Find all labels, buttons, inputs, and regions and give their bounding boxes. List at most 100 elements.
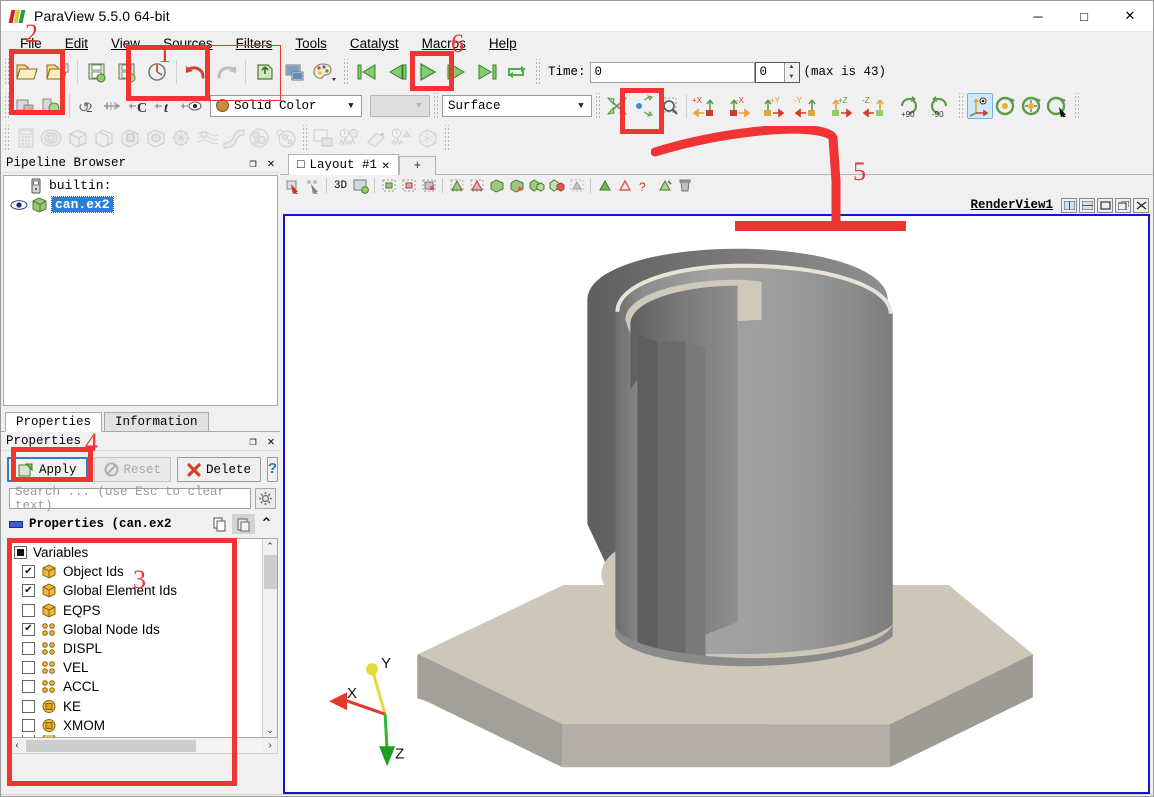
properties-scroll-up-icon[interactable]: ⌃ <box>255 514 278 534</box>
select-blocks-alt-icon[interactable] <box>547 176 566 195</box>
maximize-button[interactable]: □ <box>1061 1 1107 31</box>
zoom-to-box-icon[interactable] <box>656 93 682 119</box>
split-horizontal-icon[interactable] <box>1061 197 1077 213</box>
pipeline-node-canex2[interactable]: can.ex2 <box>4 195 277 214</box>
recent-files-icon[interactable] <box>43 58 73 86</box>
menu-edit[interactable]: Edit <box>54 34 100 53</box>
menu-file[interactable]: File <box>9 34 54 53</box>
rotate-minus-90-icon[interactable]: -90 <box>925 92 955 120</box>
previous-frame-icon[interactable] <box>382 58 412 86</box>
group-datasets-icon[interactable] <box>247 125 273 151</box>
spreadsheet-view-icon[interactable] <box>311 125 337 151</box>
select-cells-through-icon[interactable] <box>379 176 398 195</box>
minimize-button[interactable]: ─ <box>1015 1 1061 31</box>
menu-help[interactable]: Help <box>478 34 529 53</box>
menu-sources[interactable]: Sources <box>152 34 225 53</box>
select-custom-icon[interactable] <box>655 176 674 195</box>
clip-icon[interactable] <box>65 125 91 151</box>
copy-icon[interactable] <box>209 514 232 534</box>
select-blocks-icon[interactable] <box>527 176 546 195</box>
reset-button[interactable]: Reset <box>93 457 172 482</box>
warp-icon[interactable] <box>221 125 247 151</box>
hscroll-thumb[interactable] <box>26 739 196 752</box>
center-axes-grip[interactable] <box>957 92 964 119</box>
time-toolbar-grip[interactable] <box>534 59 541 85</box>
next-frame-icon[interactable] <box>442 58 472 86</box>
zoom-to-data-icon[interactable] <box>630 93 656 119</box>
contour-icon[interactable] <box>39 125 65 151</box>
edit-color-map-icon[interactable] <box>13 93 39 119</box>
trash-icon[interactable] <box>675 176 694 195</box>
set-view-plus-x[interactable]: +X <box>691 92 725 120</box>
variable-checkbox-accl[interactable] <box>22 680 35 694</box>
save-state-icon[interactable] <box>112 58 142 86</box>
variable-checkbox-eqps[interactable] <box>22 603 35 617</box>
open-file-icon[interactable] <box>13 58 43 86</box>
variable-checkbox-ke[interactable] <box>22 699 35 713</box>
glyph-icon[interactable] <box>169 125 195 151</box>
select-cells-polygon-icon[interactable] <box>447 176 466 195</box>
connect-icon[interactable] <box>142 58 172 86</box>
time-frame-spinbox[interactable]: 0 ▲ ▼ <box>754 61 800 83</box>
pick-center-icon[interactable] <box>1019 93 1045 119</box>
tab-properties[interactable]: Properties <box>5 412 103 432</box>
variable-row-accl[interactable]: ACCL <box>14 677 262 696</box>
interactive-select-surface-icon[interactable] <box>595 176 614 195</box>
variables-group-checkbox[interactable] <box>14 546 27 560</box>
tab-information[interactable]: Information <box>104 412 209 431</box>
pipeline-undock-icon[interactable]: ❐ <box>244 156 262 171</box>
pipeline-close-icon[interactable]: ✕ <box>262 156 280 171</box>
set-view-plus-z[interactable]: +Z <box>827 92 861 120</box>
render-view-3d[interactable]: Y X Z <box>283 214 1150 794</box>
menu-catalyst[interactable]: Catalyst <box>339 34 411 53</box>
camera-undo-icon[interactable] <box>250 58 280 86</box>
properties-undock-icon[interactable]: ❐ <box>244 434 262 449</box>
hover-cells-icon[interactable] <box>567 176 586 195</box>
data-analysis-grip[interactable] <box>301 124 308 151</box>
reset-center-icon[interactable] <box>993 93 1019 119</box>
variable-checkbox-global-node-ids[interactable] <box>22 622 35 636</box>
variable-checkbox-partial[interactable] <box>22 734 35 737</box>
set-view-minus-x[interactable]: -X <box>725 92 759 120</box>
trailing-grip[interactable] <box>1073 92 1080 119</box>
menu-filters[interactable]: Filters <box>225 34 285 53</box>
select-points-through-icon[interactable] <box>399 176 418 195</box>
rescale-custom-range-icon[interactable] <box>100 93 126 119</box>
menu-view[interactable]: View <box>100 34 152 53</box>
maximize-view-icon[interactable] <box>1097 197 1113 213</box>
menu-macros[interactable]: Macros <box>411 34 478 53</box>
undo-icon[interactable] <box>181 58 211 86</box>
close-button[interactable]: ✕ <box>1107 1 1153 31</box>
paste-icon[interactable] <box>232 514 255 534</box>
rescale-visible-range-icon[interactable]: t <box>152 93 178 119</box>
save-data-icon[interactable] <box>82 58 112 86</box>
visibility-eye-icon[interactable] <box>8 199 30 211</box>
help-button[interactable]: ? <box>267 457 279 482</box>
add-layout-tab[interactable]: + <box>398 156 437 175</box>
set-view-minus-z[interactable]: -Z <box>861 92 895 120</box>
toolbar-grip[interactable] <box>3 59 10 85</box>
variable-row-global-node-ids[interactable]: Global Node Ids <box>14 620 262 639</box>
rotation-mode-icon[interactable] <box>1045 93 1071 119</box>
variable-row-eqps[interactable]: EQPS <box>14 601 262 620</box>
delete-button[interactable]: Delete <box>177 457 262 482</box>
vcr-toolbar-grip[interactable] <box>342 59 349 85</box>
render-view-3d-icon[interactable] <box>351 176 370 195</box>
variable-row-object-ids[interactable]: Object Ids <box>14 562 262 581</box>
scrollbar-thumb[interactable] <box>263 555 277 589</box>
rotate-plus-90-icon[interactable]: +90 <box>895 92 925 120</box>
section-expander-icon[interactable] <box>9 520 23 528</box>
extract-subset-icon[interactable] <box>143 125 169 151</box>
common-filters-grip[interactable] <box>3 124 10 151</box>
layout-tab-close-icon[interactable]: ✕ <box>382 157 390 173</box>
render-view-canvas[interactable]: Y X Z <box>285 216 1148 792</box>
plot-over-time-icon[interactable] <box>337 125 363 151</box>
set-view-plus-y[interactable]: +Y <box>759 92 793 120</box>
variable-row-vel[interactable]: VEL <box>14 658 262 677</box>
variable-row-ke[interactable]: KE <box>14 697 262 716</box>
variable-checkbox-object-ids[interactable] <box>22 565 35 579</box>
slice-icon[interactable] <box>91 125 117 151</box>
play-icon[interactable] <box>412 58 442 86</box>
scroll-up-icon[interactable]: ⌃ <box>266 539 274 553</box>
plot-over-line-icon[interactable] <box>363 125 389 151</box>
